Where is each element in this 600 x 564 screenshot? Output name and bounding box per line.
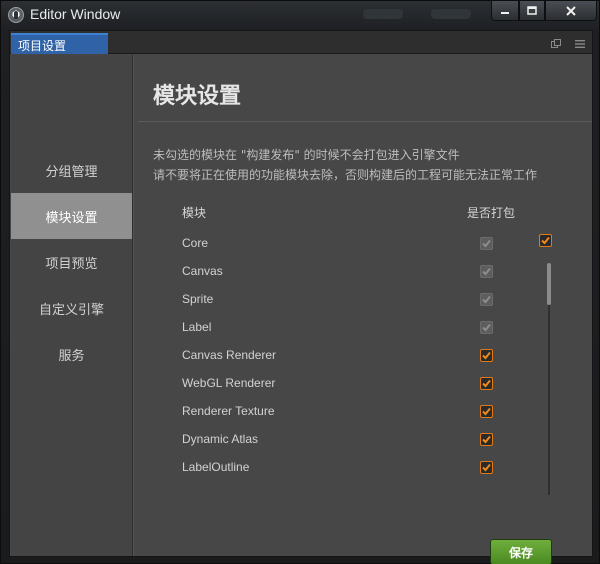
scrollbar-thumb[interactable] (547, 263, 551, 305)
maximize-button[interactable] (519, 1, 545, 21)
module-name: LabelOutline (182, 460, 250, 474)
module-checkbox[interactable] (480, 349, 493, 362)
checkmark-icon (482, 407, 491, 416)
list-item: Core (174, 230, 554, 258)
list-item: Canvas Renderer (174, 342, 554, 370)
column-header-pack: 是否打包 (467, 206, 516, 220)
checkmark-icon (482, 435, 491, 444)
sidebar-item-project-preview[interactable]: 项目预览 (11, 239, 132, 285)
maximize-icon (527, 5, 537, 15)
module-list[interactable]: Core Canvas Sprite Label Canvas Renderer (174, 230, 554, 491)
editor-window: Editor Window 项目设置 分组管理 模块设置 项目预览 自定义引擎 … (0, 0, 600, 564)
list-item: Label (174, 314, 554, 342)
settings-sidebar: 分组管理 模块设置 项目预览 自定义引擎 服务 (11, 55, 132, 556)
list-item: Canvas (174, 258, 554, 286)
close-icon (566, 5, 576, 16)
module-name: Sprite (182, 292, 214, 306)
title-bar[interactable]: Editor Window (1, 1, 600, 29)
module-settings-content: 模块设置 未勾选的模块在 "构建发布" 的时候不会打包进入引擎文件 请不要将正在… (134, 55, 592, 564)
editor-panel: 项目设置 分组管理 模块设置 项目预览 自定义引擎 服务 模块设置 未勾选的模块… (9, 30, 593, 564)
module-name: Label (182, 320, 212, 334)
module-checkbox (480, 321, 493, 334)
module-name: WebGL Renderer (182, 376, 276, 390)
minimize-button[interactable] (491, 1, 519, 21)
title-divider (138, 121, 592, 122)
checkmark-icon (482, 239, 491, 248)
module-checkbox (480, 237, 493, 250)
module-name: Dynamic Atlas (182, 432, 259, 446)
checkmark-icon (482, 351, 491, 360)
module-checkbox (480, 265, 493, 278)
module-checkbox[interactable] (480, 377, 493, 390)
tab-project-settings[interactable]: 项目设置 (11, 33, 108, 54)
checkmark-icon (482, 295, 491, 304)
blurred-title-text (363, 9, 403, 19)
module-checkbox (480, 293, 493, 306)
checkmark-icon (482, 267, 491, 276)
sidebar-item-group-management[interactable]: 分组管理 (11, 147, 132, 193)
module-checkbox[interactable] (480, 433, 493, 446)
description-line: 未勾选的模块在 "构建发布" 的时候不会打包进入引擎文件 (153, 148, 460, 162)
list-item: Sprite (174, 286, 554, 314)
page-title: 模块设置 (153, 84, 242, 109)
list-item: LabelOutline (174, 454, 554, 482)
module-name: Renderer Texture (182, 404, 275, 418)
description-line: 请不要将正在使用的功能模块去除，否则构建后的工程可能无法正常工作 (153, 168, 538, 182)
minimize-icon (501, 11, 509, 14)
module-checkbox[interactable] (480, 461, 493, 474)
list-item: Dynamic Atlas (174, 426, 554, 454)
module-name: Canvas Renderer (182, 348, 277, 362)
save-button[interactable]: 保存 (490, 539, 552, 564)
window-title: Editor Window (30, 6, 121, 22)
checkmark-icon (482, 463, 491, 472)
column-header-module: 模块 (182, 206, 207, 220)
app-logo-icon (8, 7, 24, 23)
module-name: Canvas (182, 264, 223, 278)
menu-icon[interactable] (575, 38, 585, 48)
sidebar-item-custom-engine[interactable]: 自定义引擎 (11, 285, 132, 331)
window-controls (491, 1, 597, 21)
checkmark-icon (482, 379, 491, 388)
list-item: Renderer Texture (174, 398, 554, 426)
module-checkbox[interactable] (480, 405, 493, 418)
list-item: WebGL Renderer (174, 370, 554, 398)
checkmark-icon (482, 323, 491, 332)
blurred-title-text (431, 9, 471, 19)
sidebar-item-services[interactable]: 服务 (11, 331, 132, 377)
popout-icon[interactable] (551, 38, 561, 48)
module-name: Core (182, 236, 209, 250)
close-button[interactable] (545, 1, 597, 21)
tab-strip: 项目设置 (10, 31, 592, 54)
sidebar-item-module-settings[interactable]: 模块设置 (11, 193, 132, 239)
